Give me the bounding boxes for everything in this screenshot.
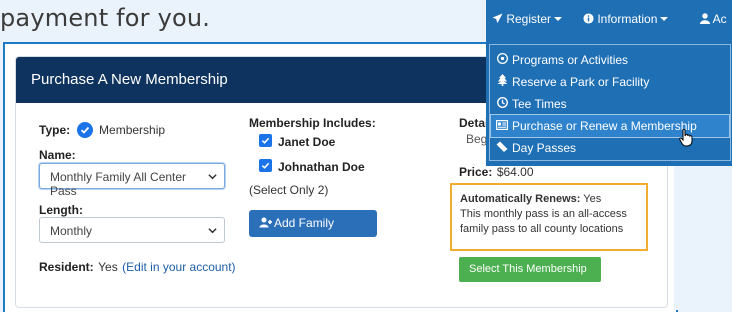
type-value: Membership: [99, 123, 166, 137]
length-label: Length:: [39, 203, 83, 217]
register-dropdown-menu: Programs or Activities Reserve a Park or…: [489, 44, 731, 161]
menu-item-reserve-park[interactable]: Reserve a Park or Facility: [491, 71, 729, 93]
resident-label: Resident:: [39, 260, 94, 274]
auto-renew-desc-2: family pass to all county locations: [460, 223, 624, 235]
clock-icon: [496, 93, 508, 115]
navbar-top: Register Information Ac: [486, 0, 732, 36]
menu-item-day-passes[interactable]: Day Passes: [491, 137, 729, 159]
name-select[interactable]: Monthly Family All Center Pass: [39, 163, 225, 198]
add-family-member-button[interactable]: Add Family Member: [249, 210, 377, 257]
includes-label: Membership Includes:: [249, 116, 376, 130]
select-hint: (Select Only 2): [249, 183, 329, 197]
length-select-value: Monthly: [50, 224, 93, 238]
chevron-down-icon: [208, 228, 217, 234]
caret-down-icon: [554, 17, 563, 21]
nav-account-label: Ac: [712, 12, 727, 26]
nav-information[interactable]: Information: [583, 12, 669, 26]
resident-value: Yes: [98, 260, 118, 274]
ticket-icon: [496, 137, 508, 159]
soccer-ball-icon: [496, 49, 508, 71]
auto-renew-box: Automatically Renews: Yes This monthly p…: [450, 183, 648, 251]
nav-register-label: Register: [506, 12, 552, 26]
user-icon: [700, 13, 710, 24]
menu-item-purchase-membership[interactable]: Purchase or Renew a Membership: [490, 114, 730, 138]
member-name-1: Janet Doe: [278, 135, 336, 149]
select-membership-button[interactable]: Select This Membership »: [459, 257, 601, 300]
menu-item-purchase-membership-label: Purchase or Renew a Membership: [512, 119, 697, 133]
menu-item-tee-times-label: Tee Times: [512, 97, 567, 111]
menu-item-programs-label: Programs or Activities: [512, 53, 629, 67]
length-select[interactable]: Monthly: [39, 217, 225, 243]
price-label: Price:: [459, 165, 493, 179]
auto-renew-label: Automatically Renews:: [460, 193, 581, 205]
menu-item-tee-times[interactable]: Tee Times: [491, 93, 729, 115]
id-card-icon: [496, 115, 509, 137]
tree-icon: [496, 71, 508, 93]
type-row: Type: Membership: [39, 121, 165, 139]
name-select-value: Monthly Family All Center Pass: [50, 170, 187, 198]
add-user-icon: [259, 217, 272, 228]
nav-information-label: Information: [597, 12, 658, 26]
nav-register[interactable]: Register: [492, 12, 563, 26]
hand-cursor-icon: [679, 129, 693, 147]
check-circle-icon: [76, 122, 93, 138]
menu-item-day-passes-label: Day Passes: [512, 141, 577, 155]
type-label: Type:: [39, 123, 71, 137]
panel-title: Purchase A New Membership: [31, 71, 228, 88]
member-checkbox-2[interactable]: [259, 159, 272, 172]
background-strip: [674, 166, 732, 310]
nav-account[interactable]: Ac: [700, 12, 727, 26]
member-checkbox-1[interactable]: [259, 134, 272, 147]
intro-text: payment for you.: [0, 4, 211, 32]
menu-item-programs[interactable]: Programs or Activities: [491, 49, 729, 71]
caret-down-icon: [660, 17, 669, 21]
edit-account-link[interactable]: (Edit in your account): [122, 260, 235, 274]
paper-plane-icon: [492, 13, 503, 24]
member-name-2: Johnathan Doe: [278, 160, 365, 174]
auto-renew-value: Yes: [583, 193, 602, 205]
auto-renew-desc-1: This monthly pass is an all-access: [460, 208, 627, 220]
price-value: $64.00: [496, 165, 534, 179]
chevron-down-icon: [208, 174, 217, 180]
name-label: Name:: [39, 148, 76, 162]
info-circle-icon: [583, 13, 594, 24]
resident-row: Resident: Yes (Edit in your account): [39, 258, 236, 276]
top-navbar: Register Information Ac Programs or Acti…: [486, 0, 732, 166]
menu-item-reserve-park-label: Reserve a Park or Facility: [512, 75, 650, 89]
